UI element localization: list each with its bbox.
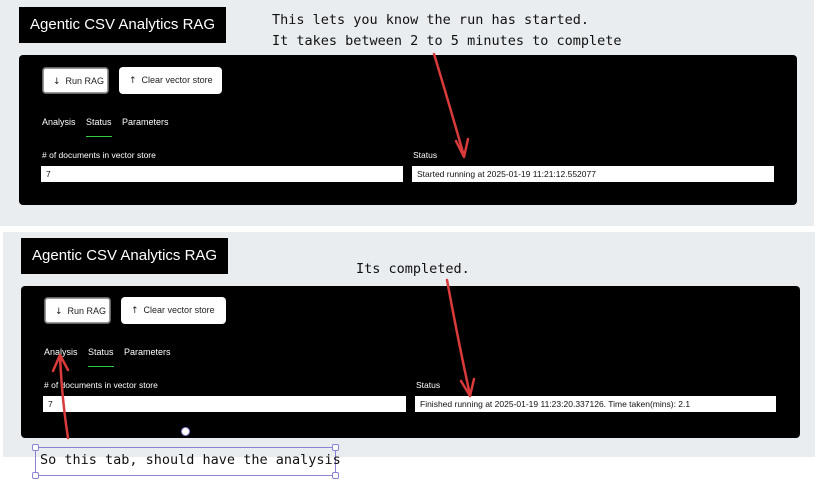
annotation-arrows	[51, 52, 476, 440]
arrow-to-completed-status	[445, 278, 472, 397]
arrow-to-started-status	[432, 52, 466, 158]
